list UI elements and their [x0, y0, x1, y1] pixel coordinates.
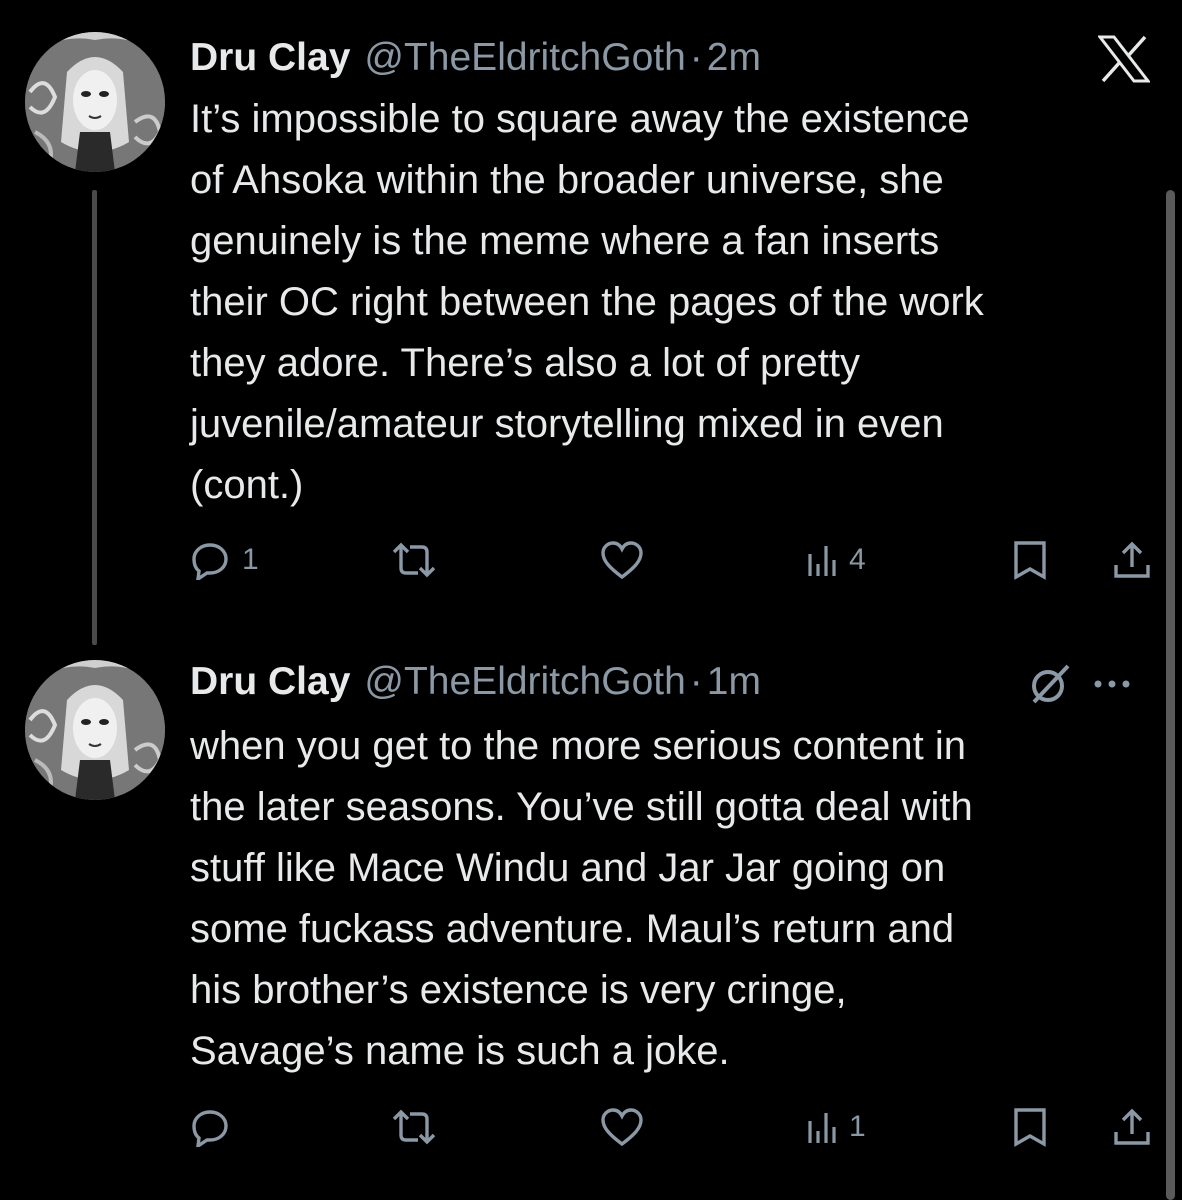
repost-button[interactable] [390, 535, 438, 585]
reply-icon [192, 1110, 228, 1147]
share-button[interactable] [1112, 535, 1152, 585]
share-icon [1114, 1108, 1150, 1145]
timestamp[interactable]: 1m [707, 660, 761, 704]
repost-icon [392, 1109, 436, 1145]
separator: · [689, 36, 703, 79]
scrollbar[interactable] [1166, 190, 1175, 1200]
text-line: of Ahsoka within the broader universe, s… [190, 158, 944, 202]
share-button[interactable] [1112, 1102, 1152, 1152]
author-handle[interactable]: @TheEldritchGoth [364, 660, 685, 704]
grok-icon[interactable] [1028, 662, 1072, 706]
author-name[interactable]: Dru Clay [190, 660, 350, 704]
like-button[interactable] [600, 535, 644, 585]
views-icon [808, 1113, 836, 1143]
tweet-text: when you get to the more serious content… [190, 716, 1150, 1082]
author-name[interactable]: Dru Clay [190, 36, 350, 80]
view-count: 4 [849, 543, 866, 576]
separator: · [689, 660, 703, 703]
text-line: juvenile/amateur storytelling mixed in e… [190, 402, 944, 446]
tweet-header: Dru Clay @TheEldritchGoth · 2m [190, 36, 761, 86]
author-handle[interactable]: @TheEldritchGoth [364, 36, 685, 80]
bookmark-icon [1014, 541, 1046, 580]
tweet[interactable]: Dru Clay @TheEldritchGoth · 1m when you … [0, 650, 1182, 1200]
views-button[interactable]: 1 [807, 1102, 866, 1152]
repost-button[interactable] [390, 1102, 438, 1152]
text-line: their OC right between the pages of the … [190, 280, 984, 324]
avatar[interactable] [25, 660, 165, 800]
avatar[interactable] [25, 32, 165, 172]
view-count: 1 [849, 1110, 866, 1143]
reply-count: 1 [242, 543, 259, 576]
bookmark-button[interactable] [1012, 1102, 1048, 1152]
action-bar: 1 4 [190, 535, 1155, 585]
repost-icon [392, 542, 436, 578]
reply-button[interactable] [190, 1102, 230, 1152]
heart-icon [601, 541, 643, 580]
text-line: they adore. There’s also a lot of pretty [190, 341, 861, 385]
text-line: stuff like Mace Windu and Jar Jar going … [190, 846, 946, 890]
heart-icon [601, 1108, 643, 1147]
timestamp[interactable]: 2m [707, 36, 761, 80]
bookmark-icon [1014, 1108, 1046, 1147]
reply-icon [192, 543, 228, 580]
more-icon[interactable] [1090, 664, 1134, 704]
bookmark-button[interactable] [1012, 535, 1048, 585]
text-line: genuinely is the meme where a fan insert… [190, 219, 940, 263]
action-bar: 1 [190, 1102, 1155, 1152]
text-line: It’s impossible to square away the exist… [190, 97, 970, 141]
views-button[interactable]: 4 [807, 535, 866, 585]
reply-button[interactable]: 1 [190, 535, 259, 585]
tweet-text: It’s impossible to square away the exist… [190, 89, 1150, 516]
share-icon [1114, 541, 1150, 578]
text-line: when you get to the more serious content… [190, 724, 967, 768]
text-line: his brother’s existence is very cringe, [190, 968, 847, 1012]
x-logo-icon [1098, 35, 1150, 83]
tweet-header: Dru Clay @TheEldritchGoth · 1m [190, 660, 761, 710]
tweet[interactable]: Dru Clay @TheEldritchGoth · 2m It’s impo… [0, 0, 1182, 650]
text-line: Savage’s name is such a joke. [190, 1029, 730, 1073]
views-icon [808, 546, 836, 576]
text-line: some fuckass adventure. Maul’s return an… [190, 907, 955, 951]
like-button[interactable] [600, 1102, 644, 1152]
text-line: (cont.) [190, 463, 304, 507]
text-line: the later seasons. You’ve still gotta de… [190, 785, 973, 829]
